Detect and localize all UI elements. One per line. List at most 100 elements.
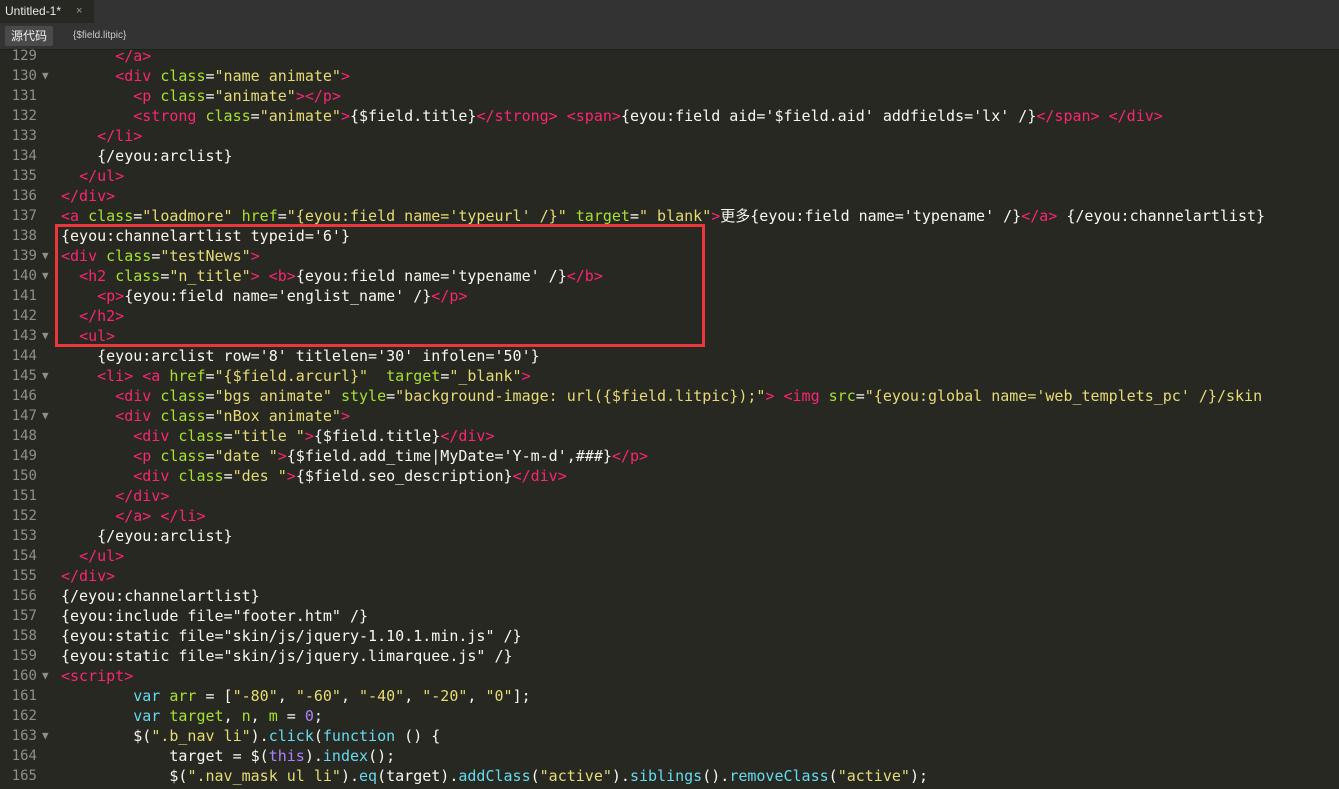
code-token: $( bbox=[61, 727, 152, 745]
code-text: {eyou:static file="skin/js/jquery-1.10.1… bbox=[61, 626, 522, 646]
code-line[interactable]: 129 </a> bbox=[0, 48, 1339, 66]
code-line[interactable]: 149 <p class="date ">{$field.add_time|My… bbox=[0, 446, 1339, 466]
fold-arrow-icon[interactable]: ▼ bbox=[42, 727, 49, 745]
code-token: class bbox=[88, 207, 134, 225]
line-number: 145 bbox=[11, 368, 37, 384]
code-token: <script> bbox=[61, 667, 134, 685]
code-token: {/eyou:channelartlist} bbox=[61, 587, 260, 605]
code-text: $(".b_nav li").click(function () { bbox=[61, 726, 440, 746]
code-token: {$field.seo_description} bbox=[295, 467, 513, 485]
fold-arrow-icon[interactable]: ▼ bbox=[42, 247, 49, 265]
code-token: m bbox=[268, 707, 278, 725]
code-line[interactable]: 159 {eyou:static file="skin/js/jquery.lim… bbox=[0, 646, 1339, 666]
line-number: 140 bbox=[11, 268, 37, 284]
line-number: 153 bbox=[11, 528, 37, 544]
code-line[interactable]: 153 {/eyou:arclist} bbox=[0, 526, 1339, 546]
code-line[interactable]: 134 {/eyou:arclist} bbox=[0, 146, 1339, 166]
code-token: = bbox=[855, 387, 865, 405]
code-token: {/eyou:arclist} bbox=[61, 147, 233, 165]
code-line[interactable]: 136 </div> bbox=[0, 186, 1339, 206]
fold-arrow-icon[interactable]: ▼ bbox=[42, 667, 49, 685]
code-text: <script> bbox=[61, 666, 133, 686]
code-token: class bbox=[205, 107, 251, 125]
code-text: <div class="nBox animate"> bbox=[61, 406, 350, 426]
code-line[interactable]: 152 </a> </li> bbox=[0, 506, 1339, 526]
code-line[interactable]: 132 <strong class="animate">{$field.titl… bbox=[0, 106, 1339, 126]
code-token: </p> bbox=[611, 447, 649, 465]
code-token: > bbox=[521, 367, 531, 385]
code-token: <a bbox=[61, 207, 89, 225]
fold-arrow-icon[interactable]: ▼ bbox=[42, 67, 49, 85]
code-line[interactable]: 164 target = $(this).index(); bbox=[0, 746, 1339, 766]
code-line[interactable]: 148 <div class="title ">{$field.title}</… bbox=[0, 426, 1339, 446]
source-code-button[interactable]: 源代码 bbox=[5, 26, 53, 46]
code-token: ( bbox=[530, 767, 540, 785]
line-number: 132 bbox=[11, 108, 37, 124]
code-line[interactable]: 156 {/eyou:channelartlist} bbox=[0, 586, 1339, 606]
code-line[interactable]: 163 ▼ $(".b_nav li").click(function () { bbox=[0, 726, 1339, 746]
code-token: </div> bbox=[115, 487, 170, 505]
code-line[interactable]: 150 <div class="des ">{$field.seo_descri… bbox=[0, 466, 1339, 486]
code-token: target bbox=[575, 207, 630, 225]
code-line[interactable]: 145 ▼ <li> <a href="{$field.arcurl}" targ… bbox=[0, 366, 1339, 386]
code-token: {/eyou:arclist} bbox=[61, 527, 233, 545]
code-token: ). bbox=[304, 747, 323, 765]
code-editor[interactable]: 129 </a> 130 ▼ <div class="name animate"> 1… bbox=[0, 48, 1339, 789]
code-line[interactable]: 161 var arr = ["-80", "-60", "-40", "-20… bbox=[0, 686, 1339, 706]
code-text: <div class="name animate"> bbox=[61, 66, 350, 86]
code-token: = bbox=[205, 407, 215, 425]
code-token: = bbox=[250, 107, 260, 125]
code-token: class bbox=[160, 387, 206, 405]
code-line[interactable]: 133 </li> bbox=[0, 126, 1339, 146]
code-line[interactable]: 160 ▼ <script> bbox=[0, 666, 1339, 686]
code-token: () { bbox=[395, 727, 441, 745]
code-token: class bbox=[178, 467, 224, 485]
code-line[interactable]: 157 {eyou:include file="footer.htm" /} bbox=[0, 606, 1339, 626]
code-line[interactable]: 162 var target, n, m = 0; bbox=[0, 706, 1339, 726]
fold-arrow-icon[interactable]: ▼ bbox=[42, 367, 49, 385]
code-line[interactable]: 158 {eyou:static file="skin/js/jquery-1.1… bbox=[0, 626, 1339, 646]
tab-untitled-1[interactable]: Untitled-1* × bbox=[0, 0, 94, 23]
code-line[interactable]: 144 {eyou:arclist row='8' titlelen='30' … bbox=[0, 346, 1339, 366]
code-line[interactable]: 155 </div> bbox=[0, 566, 1339, 586]
code-token: <p bbox=[133, 87, 161, 105]
code-token: $( bbox=[61, 767, 188, 785]
code-line[interactable]: 131 <p class="animate"></p> bbox=[0, 86, 1339, 106]
code-line[interactable]: 147 ▼ <div class="nBox animate"> bbox=[0, 406, 1339, 426]
code-line[interactable]: 135 </ul> bbox=[0, 166, 1339, 186]
related-file-link[interactable]: {$field.litpic} bbox=[73, 26, 126, 46]
code-token: </div> bbox=[512, 467, 567, 485]
code-line[interactable]: 165 $(".nav_mask ul li").eq(target).addC… bbox=[0, 766, 1339, 786]
close-icon[interactable]: × bbox=[76, 0, 82, 23]
code-token: , bbox=[277, 687, 296, 705]
code-token: > bbox=[304, 427, 314, 445]
code-text: </div> bbox=[61, 186, 115, 206]
fold-arrow-icon[interactable]: ▼ bbox=[42, 267, 49, 285]
code-text: {eyou:include file="footer.htm" /} bbox=[61, 606, 368, 626]
code-token: "animate" bbox=[214, 87, 296, 105]
fold-arrow-icon[interactable]: ▼ bbox=[42, 407, 49, 425]
code-token: = bbox=[629, 207, 639, 225]
code-token: = bbox=[133, 207, 143, 225]
code-text: </a> </li> bbox=[61, 506, 205, 526]
highlight-box bbox=[55, 224, 705, 347]
code-token: = bbox=[205, 67, 215, 85]
code-token: eq bbox=[359, 767, 378, 785]
code-token: "date " bbox=[214, 447, 278, 465]
code-line[interactable]: 146 <div class="bgs animate" style="back… bbox=[0, 386, 1339, 406]
fold-arrow-icon[interactable]: ▼ bbox=[42, 327, 49, 345]
code-line[interactable]: 130 ▼ <div class="name animate"> bbox=[0, 66, 1339, 86]
code-token: class bbox=[160, 67, 206, 85]
code-token: <div bbox=[133, 467, 179, 485]
code-token: {eyou:static file="skin/js/jquery-1.10.1… bbox=[61, 627, 522, 645]
code-line[interactable]: 154 </ul> bbox=[0, 546, 1339, 566]
line-number: 141 bbox=[11, 288, 37, 304]
code-line[interactable]: 137 <a class="loadmore" href="{eyou:field… bbox=[0, 206, 1339, 226]
code-token: = bbox=[205, 447, 215, 465]
code-line[interactable]: 151 </div> bbox=[0, 486, 1339, 506]
